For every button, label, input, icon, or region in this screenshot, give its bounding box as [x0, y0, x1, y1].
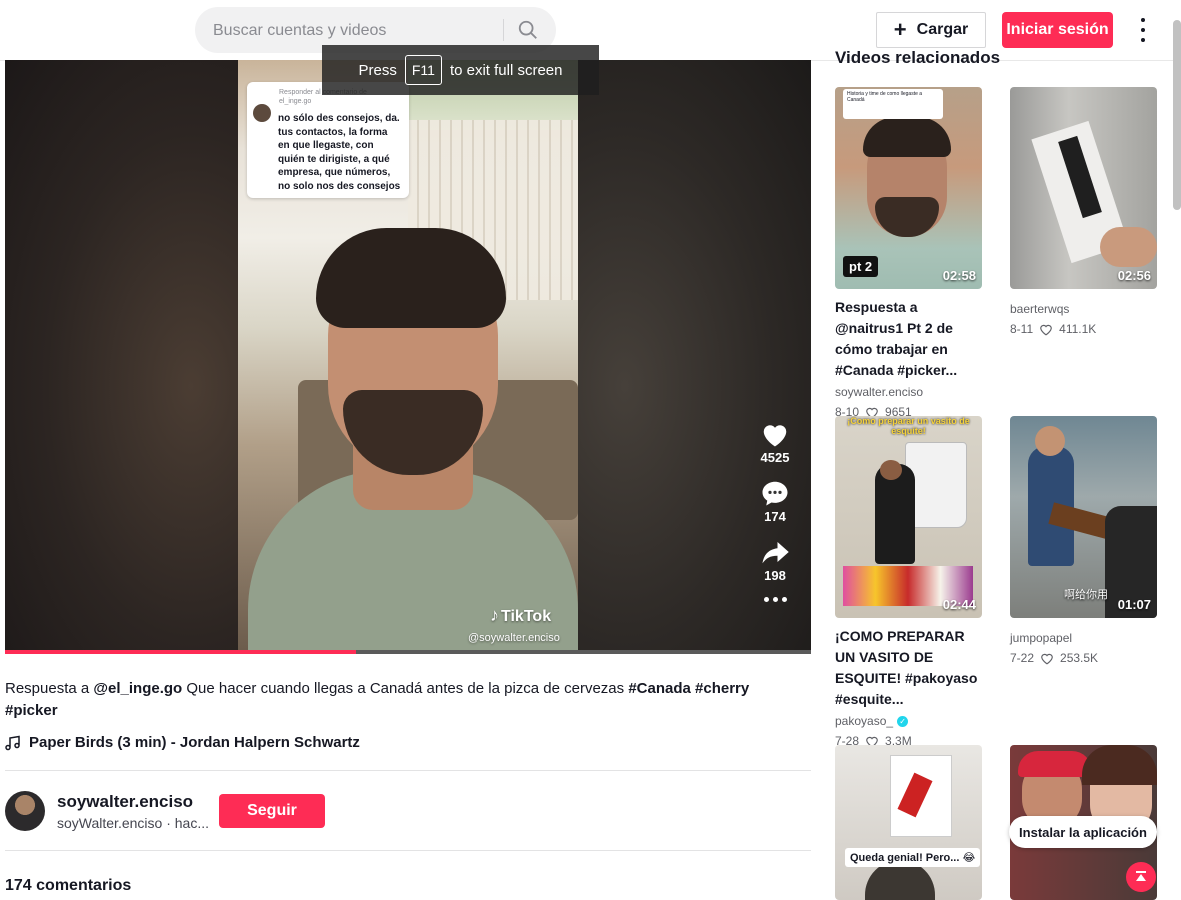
video-title[interactable]: ¡COMO PREPARAR UN VASITO DE ESQUITE! #pa…	[835, 626, 982, 710]
login-button[interactable]: Iniciar sesión	[1002, 12, 1113, 48]
video-title[interactable]: Respuesta a @naitrus1 Pt 2 de cómo traba…	[835, 297, 982, 381]
video-meta: 8-11 411.1K	[1010, 322, 1097, 336]
scroll-to-top-button[interactable]	[1126, 862, 1156, 892]
video-meta: 7-22 253.5K	[1010, 651, 1099, 665]
related-videos-title: Videos relacionados	[835, 48, 1001, 67]
comment-icon	[762, 481, 788, 506]
video-duration: 02:56	[1117, 268, 1151, 283]
video-actions: 4525 174 198	[753, 420, 797, 602]
overlay-sticker: Historia y time de como llegaste a Canad…	[843, 89, 943, 119]
hashtag-link[interactable]: #cherry	[695, 680, 749, 697]
part-badge: pt 2	[843, 256, 879, 277]
blurred-background-left	[5, 60, 238, 653]
related-video-card[interactable]: 啊给你用 01:07 jumpopapel 7-22 253.5K	[1010, 416, 1157, 665]
f11-key: F11	[404, 55, 442, 85]
video-author[interactable]: pakoyaso_ ✓	[835, 714, 982, 728]
video-duration: 01:07	[1117, 597, 1151, 612]
comment-button[interactable]: 174	[753, 479, 797, 524]
related-video-card[interactable]: ¡Como preparar un vasito de esquite! 02:…	[835, 416, 982, 748]
video-duration: 02:44	[942, 597, 976, 612]
video-player[interactable]: Responder al comentario de el_inge.go no…	[5, 60, 811, 653]
music-link[interactable]: Paper Birds (3 min) - Jordan Halpern Sch…	[5, 734, 360, 751]
like-count: 4525	[760, 450, 790, 465]
video-thumbnail[interactable]: ¡Como preparar un vasito de esquite! 02:…	[835, 416, 982, 618]
author-subtitle: soyWalter.enciso · hac...	[57, 815, 209, 831]
search-divider	[503, 19, 504, 41]
reply-text: no sólo des consejos, da. tus contactos,…	[278, 113, 401, 192]
reply-comment-sticker: Responder al comentario de el_inge.go no…	[247, 82, 409, 198]
upload-label: Cargar	[916, 21, 969, 38]
share-count: 198	[764, 568, 786, 583]
video-thumbnail[interactable]: 02:56	[1010, 87, 1157, 289]
video-author[interactable]: baerterwqs	[1010, 302, 1157, 316]
music-title: Paper Birds (3 min) - Jordan Halpern Sch…	[29, 734, 360, 751]
video-description: Respuesta a @el_inge.go Que hacer cuando…	[5, 680, 750, 719]
video-progress-bar[interactable]	[5, 650, 811, 654]
more-icon[interactable]	[753, 597, 797, 602]
verified-icon: ✓	[897, 715, 909, 727]
video-thumbnail[interactable]: Queda genial! Pero... 😂	[835, 745, 982, 900]
music-note-icon	[5, 735, 20, 750]
tiktok-watermark: ♪ TikTok	[490, 605, 552, 625]
more-options-icon[interactable]	[1133, 18, 1153, 42]
search-icon[interactable]	[517, 19, 539, 41]
author-avatar[interactable]	[5, 791, 45, 831]
follow-button[interactable]: Seguir	[219, 794, 325, 828]
related-video-card[interactable]: Historia y time de como llegaste a Canad…	[835, 87, 982, 419]
arrow-up-icon	[1136, 871, 1146, 881]
author-name[interactable]: soywalter.enciso	[57, 792, 193, 812]
hashtag-link[interactable]: #Canada	[628, 680, 691, 697]
video-duration: 02:58	[942, 268, 976, 283]
heart-outline-icon	[1041, 653, 1053, 664]
video-thumbnail[interactable]: 啊给你用 01:07	[1010, 416, 1157, 618]
comments-count: 174 comentarios	[5, 877, 132, 894]
overlay-caption: 啊给你用	[1064, 589, 1108, 601]
plus-icon: +	[893, 17, 907, 42]
video-thumbnail[interactable]: Historia y time de como llegaste a Canad…	[835, 87, 982, 289]
video-frame[interactable]: Responder al comentario de el_inge.go no…	[238, 60, 578, 653]
fullscreen-hint: Press F11 to exit full screen	[322, 45, 599, 95]
video-author[interactable]: jumpopapel	[1010, 631, 1157, 645]
install-app-button[interactable]: Instalar la aplicación	[1009, 816, 1157, 848]
share-button[interactable]: 198	[753, 538, 797, 583]
video-handle: @soywalter.enciso	[468, 632, 560, 644]
video-author[interactable]: soywalter.enciso	[835, 385, 982, 399]
overlay-caption: Queda genial! Pero... 😂	[845, 848, 981, 867]
scrollbar[interactable]	[1173, 20, 1181, 210]
comment-count: 174	[764, 509, 786, 524]
related-video-card[interactable]: Queda genial! Pero... 😂	[835, 745, 982, 900]
tiktok-logo-icon: ♪	[490, 605, 499, 625]
heart-outline-icon	[1040, 324, 1052, 335]
related-video-card[interactable]: 02:56 baerterwqs 8-11 411.1K	[1010, 87, 1157, 336]
like-button[interactable]: 4525	[753, 420, 797, 465]
overlay-title: ¡Como preparar un vasito de esquite!	[847, 416, 970, 436]
hashtag-link[interactable]: #picker	[5, 702, 58, 719]
avatar	[253, 104, 271, 122]
progress-fill	[5, 650, 356, 654]
upload-button[interactable]: + Cargar	[876, 12, 986, 48]
share-icon	[762, 542, 789, 564]
mention-link[interactable]: @el_inge.go	[93, 680, 182, 697]
heart-icon	[763, 425, 787, 447]
